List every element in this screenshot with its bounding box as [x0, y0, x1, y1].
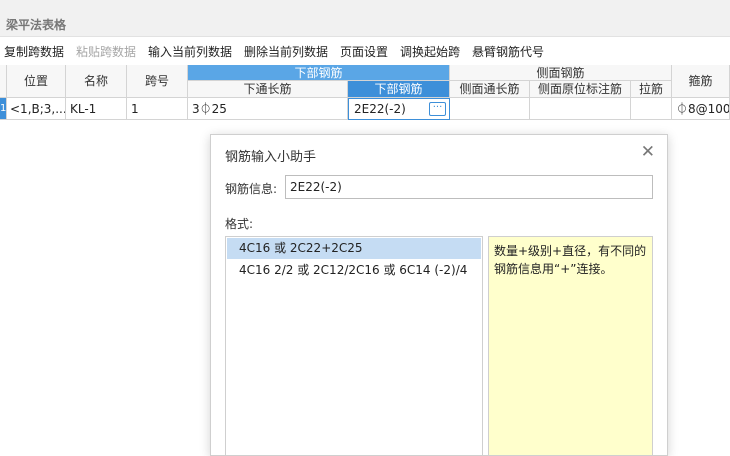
toolbar: 复制跨数据 粘贴跨数据 输入当前列数据 删除当前列数据 页面设置 调换起始跨 悬…	[0, 37, 730, 65]
cantilever-code-button[interactable]: 悬臂钢筋代号	[472, 43, 544, 60]
window-title: 梁平法表格	[6, 18, 67, 32]
format-description: 数量+级别+直径，有不同的钢筋信息用“+”连接。	[488, 236, 653, 456]
header-side-group[interactable]: 侧面钢筋	[450, 65, 672, 81]
header-bottom-through[interactable]: 下通长筋	[188, 81, 348, 98]
header-span[interactable]: 跨号	[127, 65, 188, 98]
input-column-button[interactable]: 输入当前列数据	[148, 43, 232, 60]
copy-span-button[interactable]: 复制跨数据	[4, 43, 64, 60]
cell-span[interactable]: 1	[127, 98, 188, 120]
row-header-corner	[0, 65, 7, 98]
header-position[interactable]: 位置	[7, 65, 66, 98]
header-bottom-group[interactable]: 下部钢筋	[188, 65, 450, 81]
cell-position[interactable]: <1,B;3,...	[7, 98, 66, 120]
cell-side-original[interactable]	[530, 98, 631, 120]
rebar-info-input[interactable]	[285, 175, 653, 199]
row-number[interactable]: 1	[0, 98, 7, 120]
dialog-title: 钢筋输入小助手	[225, 150, 317, 165]
adjust-start-span-button[interactable]: 调换起始跨	[400, 43, 460, 60]
page-setup-button[interactable]: 页面设置	[340, 43, 388, 60]
cell-name[interactable]: KL-1	[66, 98, 127, 120]
header-side-through[interactable]: 侧面通长筋	[450, 81, 530, 98]
cell-side-through[interactable]	[450, 98, 530, 120]
close-icon[interactable]: ✕	[641, 144, 655, 161]
header-tie[interactable]: 拉筋	[631, 81, 672, 98]
format-item-2[interactable]: 4C16 2/2 或 2C12/2C16 或 6C14 (-2)/4	[227, 260, 481, 281]
cell-bottom-through[interactable]: 3⏀25	[188, 98, 348, 120]
delete-column-button[interactable]: 删除当前列数据	[244, 43, 328, 60]
beam-table: 位置 名称 跨号 下部钢筋 下通长筋 下部钢筋 侧面钢筋 侧面通长筋 侧面原位标…	[0, 65, 730, 120]
cell-bottom-rebar-value: 2E22(-2)	[354, 102, 406, 116]
window-titlebar: 梁平法表格	[0, 0, 730, 37]
header-stirrup[interactable]: 箍筋	[672, 65, 730, 98]
cell-tie[interactable]	[631, 98, 672, 120]
format-list[interactable]: 4C16 或 2C22+2C25 4C16 2/2 或 2C12/2C16 或 …	[225, 236, 483, 456]
format-item-1[interactable]: 4C16 或 2C22+2C25	[227, 238, 481, 259]
rebar-input-assistant-dialog: 钢筋输入小助手 ✕ 钢筋信息: 格式: 4C16 或 2C22+2C25 4C1…	[210, 134, 668, 456]
header-bottom-rebar[interactable]: 下部钢筋	[348, 81, 450, 98]
rebar-info-label: 钢筋信息:	[225, 182, 278, 196]
cell-bottom-rebar-editor[interactable]: 2E22(-2) ···	[348, 98, 450, 120]
cell-stirrup[interactable]: ⏀8@100/	[672, 98, 730, 120]
header-side-original[interactable]: 侧面原位标注筋	[530, 81, 631, 98]
paste-span-button[interactable]: 粘贴跨数据	[76, 43, 136, 60]
more-icon[interactable]: ···	[429, 102, 446, 116]
format-label: 格式:	[225, 217, 254, 231]
header-name[interactable]: 名称	[66, 65, 127, 98]
